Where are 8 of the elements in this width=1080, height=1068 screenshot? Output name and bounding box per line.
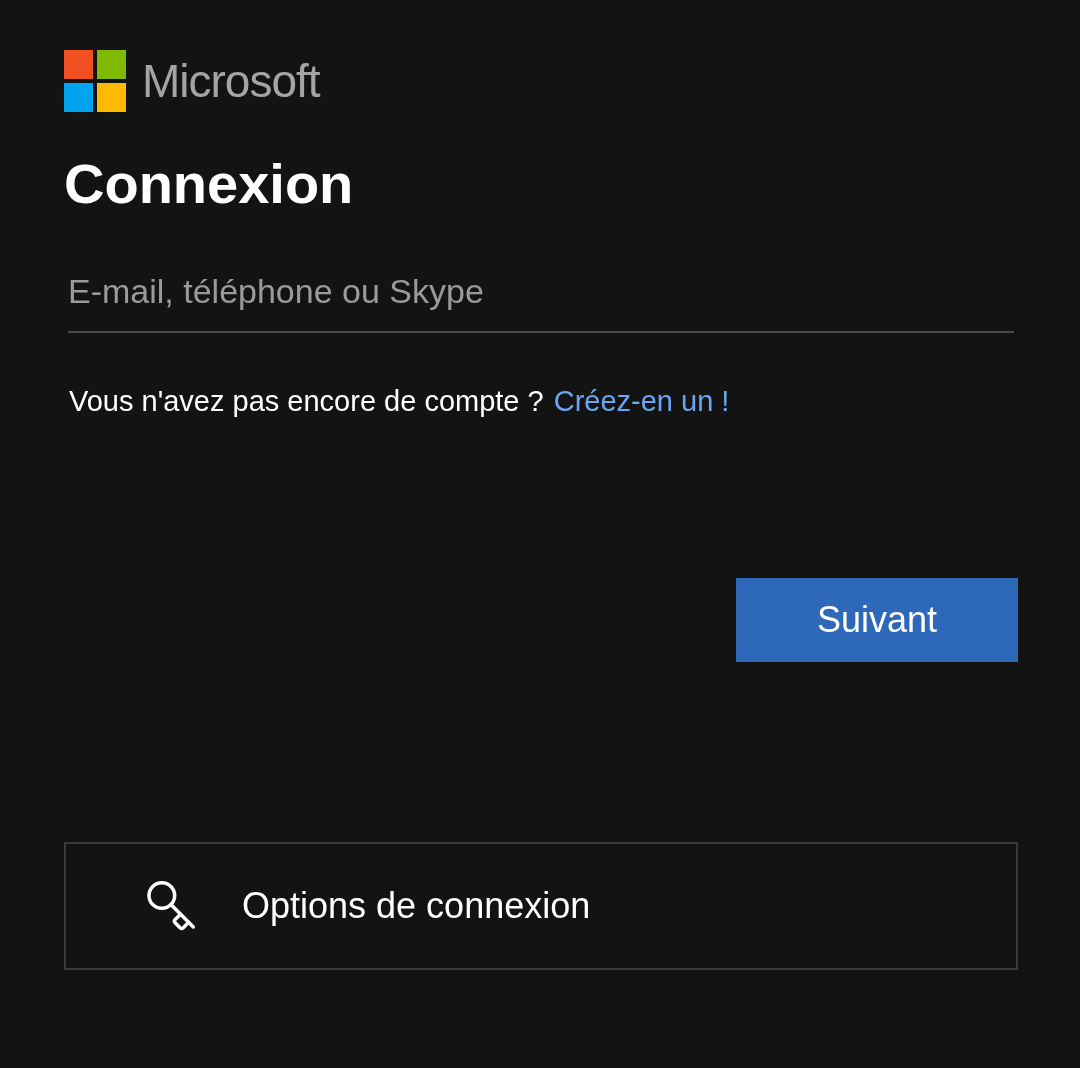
brand-name: Microsoft — [142, 54, 320, 108]
four-squares-icon — [64, 50, 126, 112]
signup-prompt: Vous n'avez pas encore de compte ? — [69, 385, 544, 418]
sign-in-options-button[interactable]: Options de connexion — [64, 842, 1018, 970]
login-field[interactable]: E-mail, téléphone ou Skype — [68, 272, 1014, 333]
next-button[interactable]: Suivant — [736, 578, 1018, 662]
page-title: Connexion — [64, 156, 355, 212]
create-account-link[interactable]: Créez-en un ! — [553, 385, 730, 418]
